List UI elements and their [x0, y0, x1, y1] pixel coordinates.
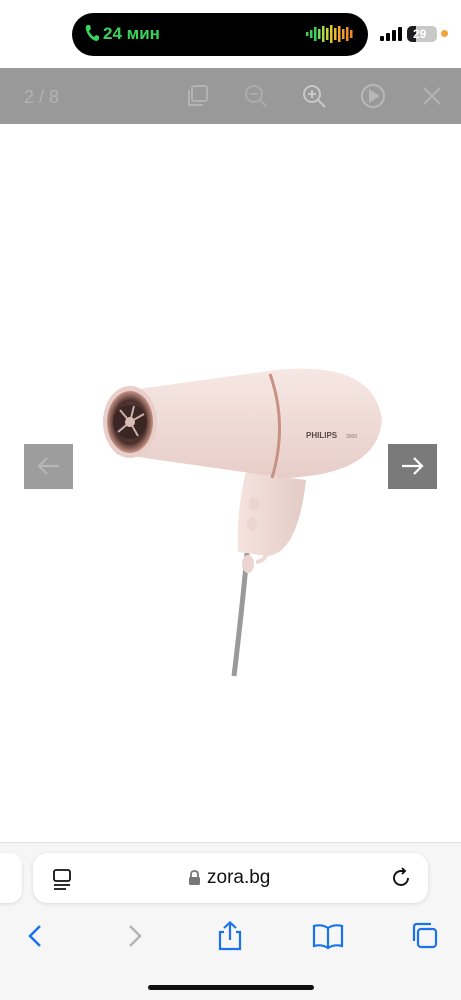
share-button[interactable] [215, 921, 245, 951]
previous-tab-peek[interactable] [0, 853, 22, 903]
image-counter: 2 / 8 [24, 87, 60, 107]
lightbox-toolbar: 2 / 8 [0, 68, 461, 124]
arrow-right-icon [402, 457, 424, 475]
bookmarks-button[interactable] [312, 921, 344, 951]
cellular-signal-icon [380, 27, 402, 46]
tabs-icon [412, 922, 438, 949]
back-button[interactable] [21, 921, 51, 951]
arrow-left-icon [37, 457, 59, 475]
lock-icon [188, 870, 201, 891]
copy-icon[interactable] [184, 82, 212, 110]
reload-icon[interactable] [390, 867, 412, 894]
close-icon[interactable] [418, 82, 446, 110]
lightbox-stage: PHILIPS 3000 [0, 124, 461, 907]
product-model: 3000 [346, 434, 357, 440]
status-bar: 24 мин 29 [0, 0, 461, 68]
product-brand: PHILIPS [306, 431, 338, 440]
browser-bottom-bar: zora.bg [0, 842, 461, 1000]
phone-icon [84, 24, 100, 47]
share-icon [218, 921, 242, 951]
book-icon [312, 924, 344, 950]
address-bar[interactable]: zora.bg [33, 853, 428, 903]
battery-indicator: 29 [407, 26, 437, 42]
forward-button[interactable] [119, 921, 149, 951]
chevron-right-icon [129, 925, 142, 947]
battery-level: 29 [413, 27, 427, 41]
zoom-out-icon[interactable] [242, 82, 270, 110]
chevron-left-icon [28, 925, 41, 947]
home-indicator [148, 985, 314, 990]
active-call-pill[interactable]: 24 мин [72, 13, 368, 56]
zoom-in-icon[interactable] [300, 82, 328, 110]
url-domain: zora.bg [207, 867, 271, 888]
call-duration: 24 мин [103, 24, 160, 43]
product-image-hair-dryer: PHILIPS 3000 [96, 242, 396, 687]
previous-image-button[interactable] [24, 444, 73, 489]
next-image-button[interactable] [388, 444, 437, 489]
low-power-dot [441, 30, 448, 37]
reader-mode-icon[interactable] [52, 868, 74, 895]
tabs-button[interactable] [410, 921, 440, 951]
play-icon[interactable] [359, 82, 387, 110]
audio-waveform-icon [306, 24, 356, 49]
